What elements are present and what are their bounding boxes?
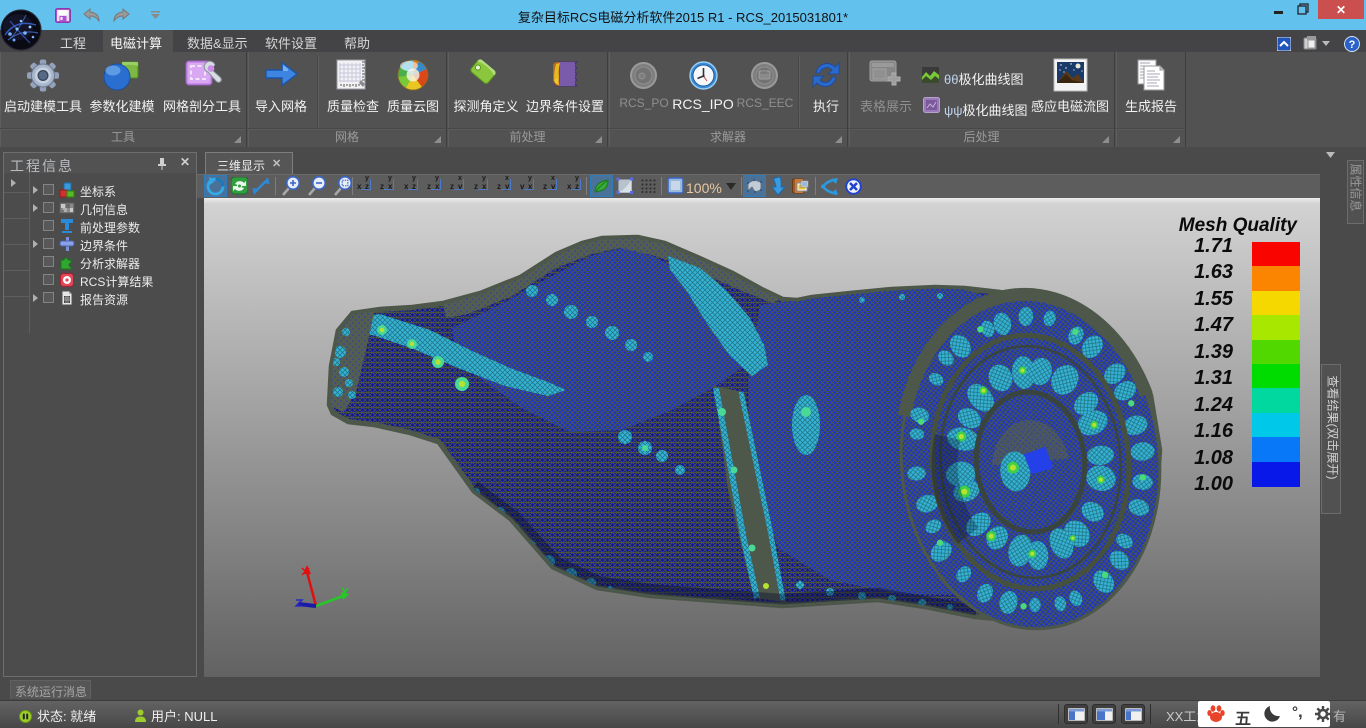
svg-text:?: ? — [1349, 39, 1356, 51]
